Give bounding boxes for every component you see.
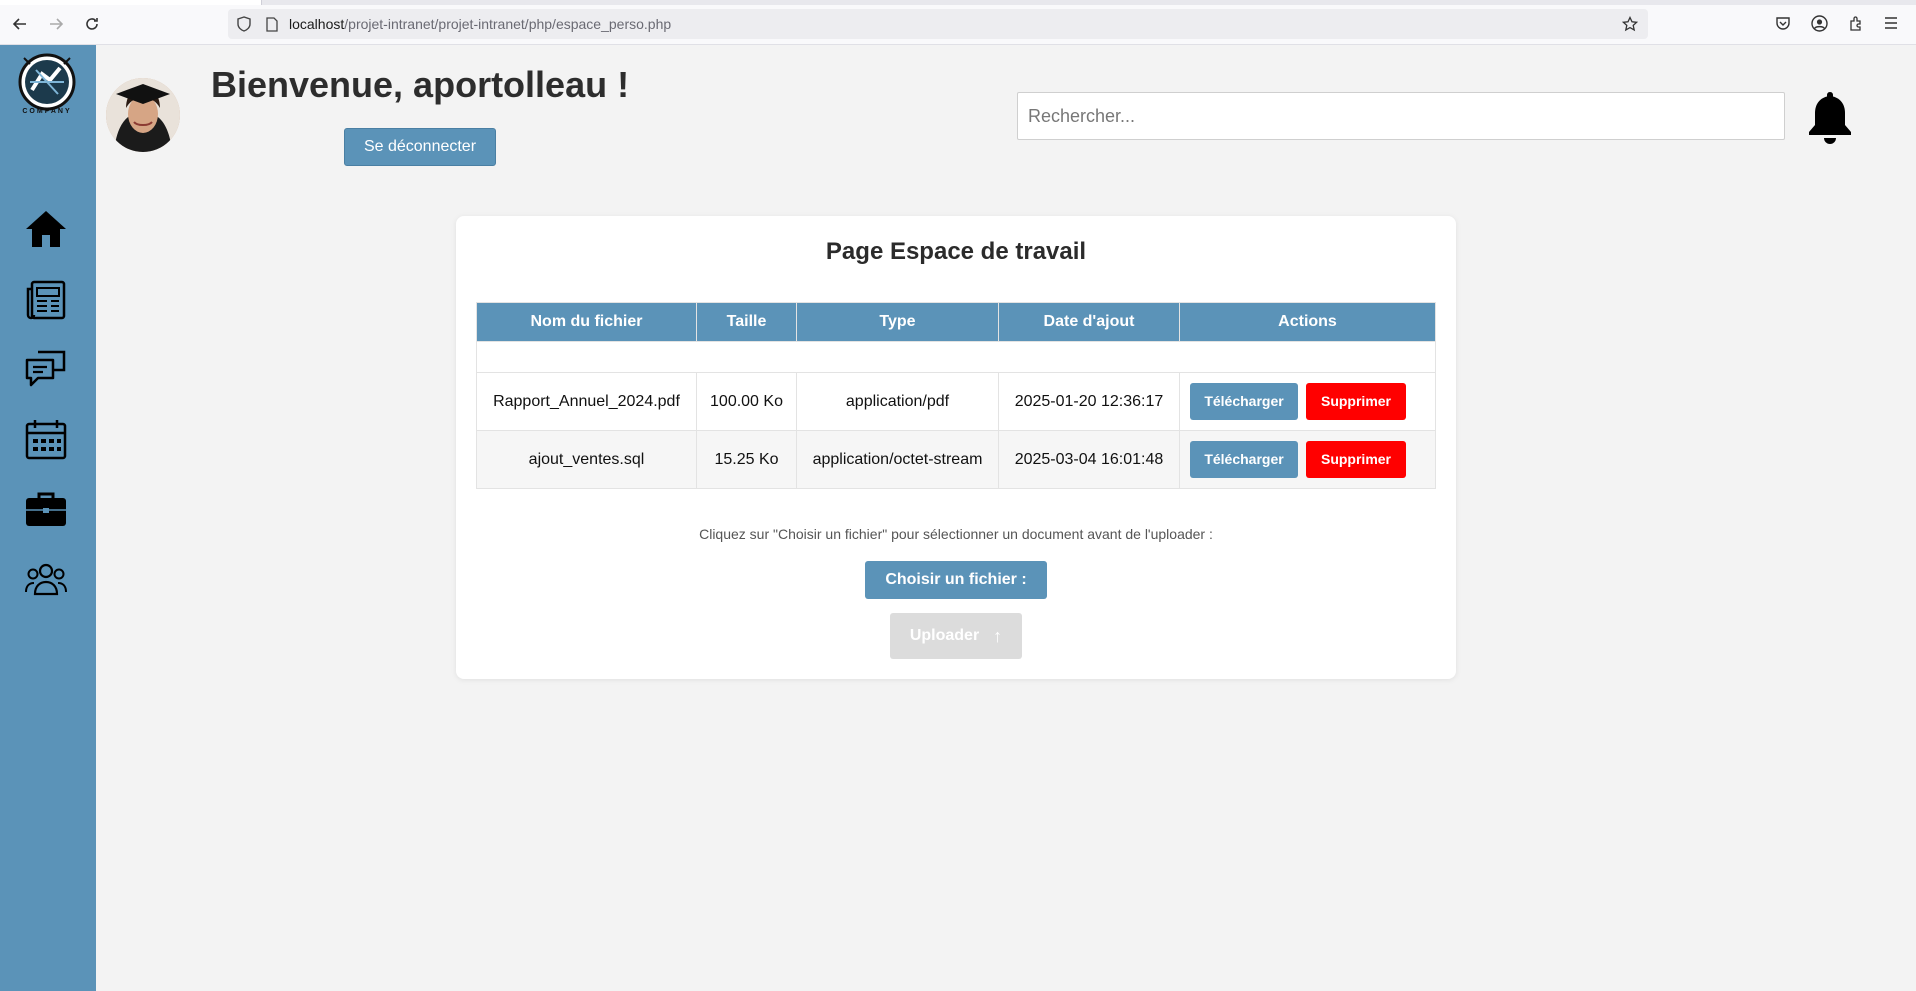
sidebar-item-team[interactable] <box>22 555 70 603</box>
table-row: ajout_ventes.sql 15.25 Ko application/oc… <box>476 430 1436 489</box>
file-name: ajout_ventes.sql <box>476 430 697 489</box>
logout-button[interactable]: Se déconnecter <box>344 128 496 166</box>
sidebar-item-workspace[interactable] <box>22 485 70 533</box>
bell-icon[interactable] <box>1806 88 1854 144</box>
page-title: Page Espace de travail <box>825 238 1087 265</box>
calendar-icon <box>25 420 67 460</box>
tab-strip <box>0 0 1916 5</box>
column-header-type: Type <box>796 302 999 342</box>
active-tab[interactable] <box>0 0 262 5</box>
shield-icon[interactable] <box>236 16 252 32</box>
sidebar-item-messages[interactable] <box>22 345 70 393</box>
download-button[interactable]: Télécharger <box>1190 383 1298 420</box>
table-empty-row <box>476 341 1436 373</box>
url-bar[interactable]: localhost/projet-intranet/projet-intrane… <box>228 9 1648 39</box>
sidebar-item-calendar[interactable] <box>22 415 70 463</box>
column-header-size: Taille <box>696 302 797 342</box>
sidebar-item-news[interactable] <box>22 276 70 324</box>
upload-arrow-icon: ↑ <box>993 625 1003 646</box>
welcome-heading: Bienvenue, aportolleau ! <box>211 64 630 105</box>
table-header-row: Nom du fichier Taille Type Date d'ajout … <box>476 302 1436 342</box>
extensions-icon[interactable] <box>1845 12 1867 34</box>
delete-button[interactable]: Supprimer <box>1306 441 1406 478</box>
file-size: 15.25 Ko <box>696 430 797 489</box>
file-size: 100.00 Ko <box>696 372 797 431</box>
page-icon[interactable] <box>264 16 280 32</box>
home-icon <box>26 211 66 247</box>
file-name: Rapport_Annuel_2024.pdf <box>476 372 697 431</box>
sidebar-item-home[interactable] <box>22 205 70 253</box>
workspace-card: Page Espace de travail Nom du fichier Ta… <box>456 216 1456 679</box>
logo-text: COMPANY <box>22 108 72 115</box>
url-host: localhost <box>289 16 345 32</box>
chat-icon <box>25 350 66 387</box>
back-icon[interactable] <box>8 12 32 36</box>
account-icon[interactable] <box>1808 12 1830 34</box>
bookmark-star-icon[interactable] <box>1622 16 1638 32</box>
browser-toolbar: localhost/projet-intranet/projet-intrane… <box>0 0 1916 45</box>
briefcase-icon <box>26 492 66 526</box>
url-path: /projet-intranet/projet-intranet/php/esp… <box>344 16 672 32</box>
file-type: application/octet-stream <box>796 430 999 489</box>
file-actions: Télécharger Supprimer <box>1179 372 1436 431</box>
users-icon <box>25 563 67 596</box>
file-actions: Télécharger Supprimer <box>1179 430 1436 489</box>
download-button[interactable]: Télécharger <box>1190 441 1298 478</box>
menu-icon[interactable] <box>1880 12 1902 34</box>
forward-icon[interactable] <box>44 12 68 36</box>
table-row: Rapport_Annuel_2024.pdf 100.00 Ko applic… <box>476 372 1436 431</box>
files-table: Nom du fichier Taille Type Date d'ajout … <box>476 302 1436 489</box>
avatar[interactable] <box>106 78 180 152</box>
upload-button[interactable]: Uploader ↑ <box>890 613 1022 659</box>
search-input[interactable] <box>1017 92 1785 140</box>
file-date: 2025-01-20 12:36:17 <box>998 372 1180 431</box>
choose-file-button[interactable]: Choisir un fichier : <box>865 561 1047 599</box>
column-header-name: Nom du fichier <box>476 302 697 342</box>
upload-label: Uploader <box>909 627 980 644</box>
file-date: 2025-03-04 16:01:48 <box>998 430 1180 489</box>
empty-cell <box>476 341 1436 373</box>
delete-button[interactable]: Supprimer <box>1306 383 1406 420</box>
column-header-date: Date d'ajout <box>998 302 1180 342</box>
newspaper-icon <box>26 280 66 320</box>
file-type: application/pdf <box>796 372 999 431</box>
url-text: localhost/projet-intranet/projet-intrane… <box>289 16 671 32</box>
column-header-actions: Actions <box>1179 302 1436 342</box>
reload-icon[interactable] <box>80 12 104 36</box>
pocket-icon[interactable] <box>1772 12 1794 34</box>
upload-hint: Cliquez sur "Choisir un fichier" pour sé… <box>699 526 1213 542</box>
